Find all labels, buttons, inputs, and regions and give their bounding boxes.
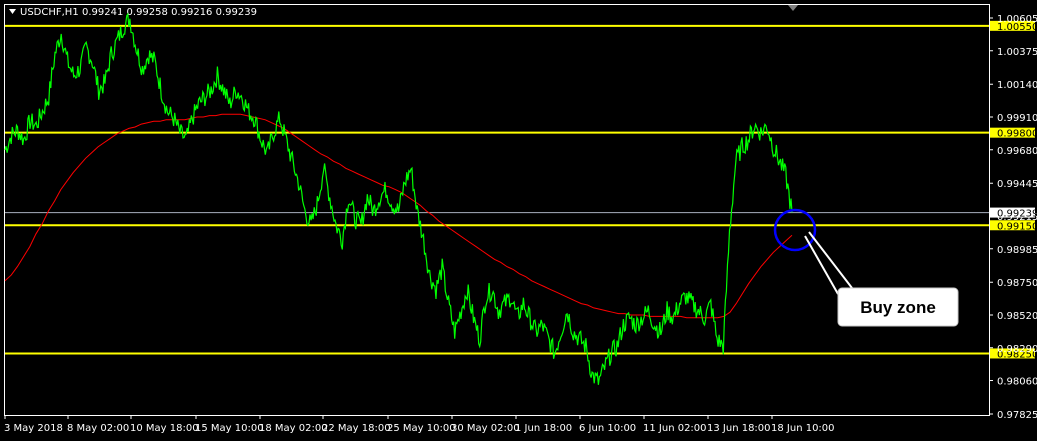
x-tick-label: 18 May 02:00 <box>259 423 328 434</box>
y-tick-label: 0.98750 <box>997 278 1037 289</box>
x-tick-label: 30 May 02:00 <box>451 423 520 434</box>
x-tick-label: 18 Jun 10:00 <box>771 423 835 434</box>
x-tick-label: 11 Jun 02:00 <box>643 423 707 434</box>
current-price-label: 0.99239 <box>997 209 1037 220</box>
current-price-tag: 0.99239 <box>990 207 1037 220</box>
level-price-label: 0.99800 <box>997 129 1037 140</box>
y-tick-label: 0.99445 <box>997 179 1037 190</box>
x-tick-label: 13 Jun 18:00 <box>707 423 771 434</box>
y-tick-label: 0.98520 <box>997 311 1037 322</box>
y-tick-label: 0.98290 <box>997 344 1037 355</box>
y-tick-label: 0.99910 <box>997 113 1037 124</box>
ohlc-readout: 0.99241 0.99258 0.99216 0.99239 <box>82 7 257 18</box>
y-tick-label: 1.00605 <box>997 14 1037 25</box>
x-tick-label: 15 May 10:00 <box>195 423 264 434</box>
y-tick-label: 0.98060 <box>997 377 1037 388</box>
x-tick-label: 1 Jun 18:00 <box>515 423 572 434</box>
time-axis[interactable]: 3 May 2018 8 May 02:00 10 May 18:0015 May … <box>4 415 835 434</box>
symbol-label: USDCHF,H1 <box>20 7 79 18</box>
price-chart[interactable]: USDCHF,H1 0.99241 0.99258 0.99216 0.9923… <box>0 0 1037 441</box>
y-tick-label: 1.00140 <box>997 80 1037 91</box>
x-tick-label: 3 May 2018 <box>4 423 63 434</box>
chart-window[interactable]: USDCHF,H1 0.99241 0.99258 0.99216 0.9923… <box>0 0 1037 441</box>
x-tick-label: 10 May 18:00 <box>130 423 199 434</box>
dropdown-triangle-icon[interactable] <box>9 9 16 14</box>
shift-marker-icon[interactable] <box>788 5 798 11</box>
moving-average-line <box>4 113 793 319</box>
y-tick-label: 0.99680 <box>997 146 1037 157</box>
buy-zone-annotation[interactable]: Buy zone <box>773 208 959 327</box>
chart-header[interactable]: USDCHF,H1 0.99241 0.99258 0.99216 0.9923… <box>9 7 257 18</box>
buy-zone-label: Buy zone <box>860 298 936 317</box>
price-line <box>4 12 793 385</box>
y-tick-label: 0.97825 <box>997 410 1037 421</box>
y-tick-label: 1.00375 <box>997 47 1037 58</box>
x-tick-label: 22 May 18:00 <box>322 423 391 434</box>
y-tick-label: 0.98985 <box>997 245 1037 256</box>
x-tick-label: 6 Jun 10:00 <box>579 423 636 434</box>
x-tick-label: 8 May 02:00 <box>67 423 129 434</box>
x-tick-label: 25 May 10:00 <box>387 423 456 434</box>
